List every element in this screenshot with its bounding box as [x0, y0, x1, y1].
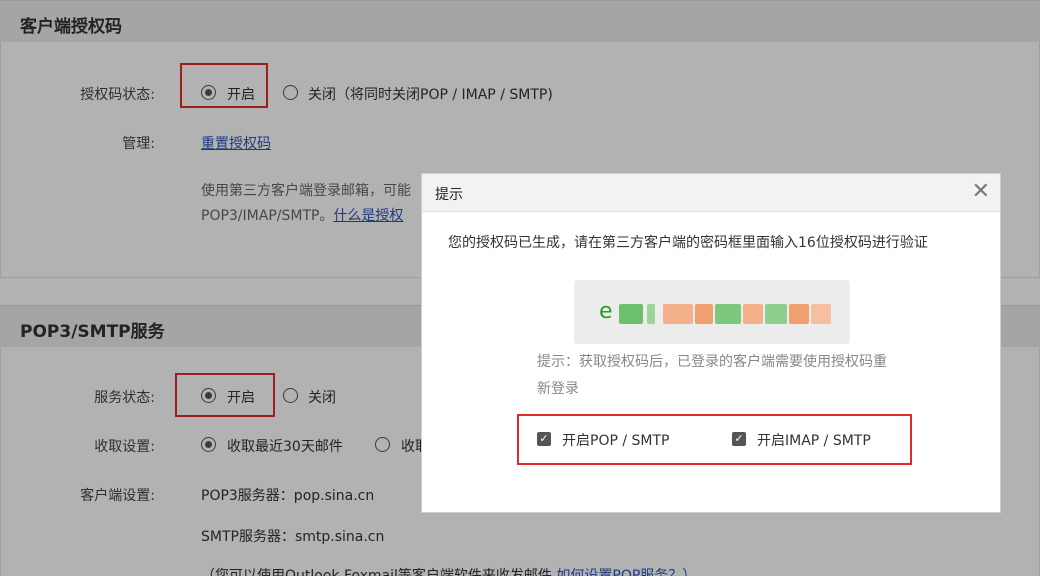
pop-smtp-checkbox-label[interactable]: 开启POP / SMTP [562, 430, 669, 450]
dialog-tip: 提示：获取授权码后，已登录的客户端需要使用授权码重新登录 [537, 354, 887, 397]
auth-code-first-char: e [599, 299, 613, 324]
auth-code-display: e [574, 280, 850, 344]
auth-code-dialog: 提示 ✕ 您的授权码已生成，请在第三方客户端的密码框里面输入16位授权码进行验证… [421, 173, 1001, 513]
imap-smtp-checkbox[interactable]: ✓ [732, 432, 746, 446]
dialog-header: 提示 ✕ [422, 174, 1000, 212]
dialog-title: 提示 [435, 187, 463, 203]
pop-smtp-checkbox[interactable]: ✓ [537, 432, 551, 446]
imap-smtp-checkbox-label[interactable]: 开启IMAP / SMTP [757, 430, 871, 450]
auth-code-blurred [619, 304, 831, 324]
close-icon[interactable]: ✕ [972, 180, 990, 204]
dialog-message: 您的授权码已生成，请在第三方客户端的密码框里面输入16位授权码进行验证 [448, 235, 928, 251]
